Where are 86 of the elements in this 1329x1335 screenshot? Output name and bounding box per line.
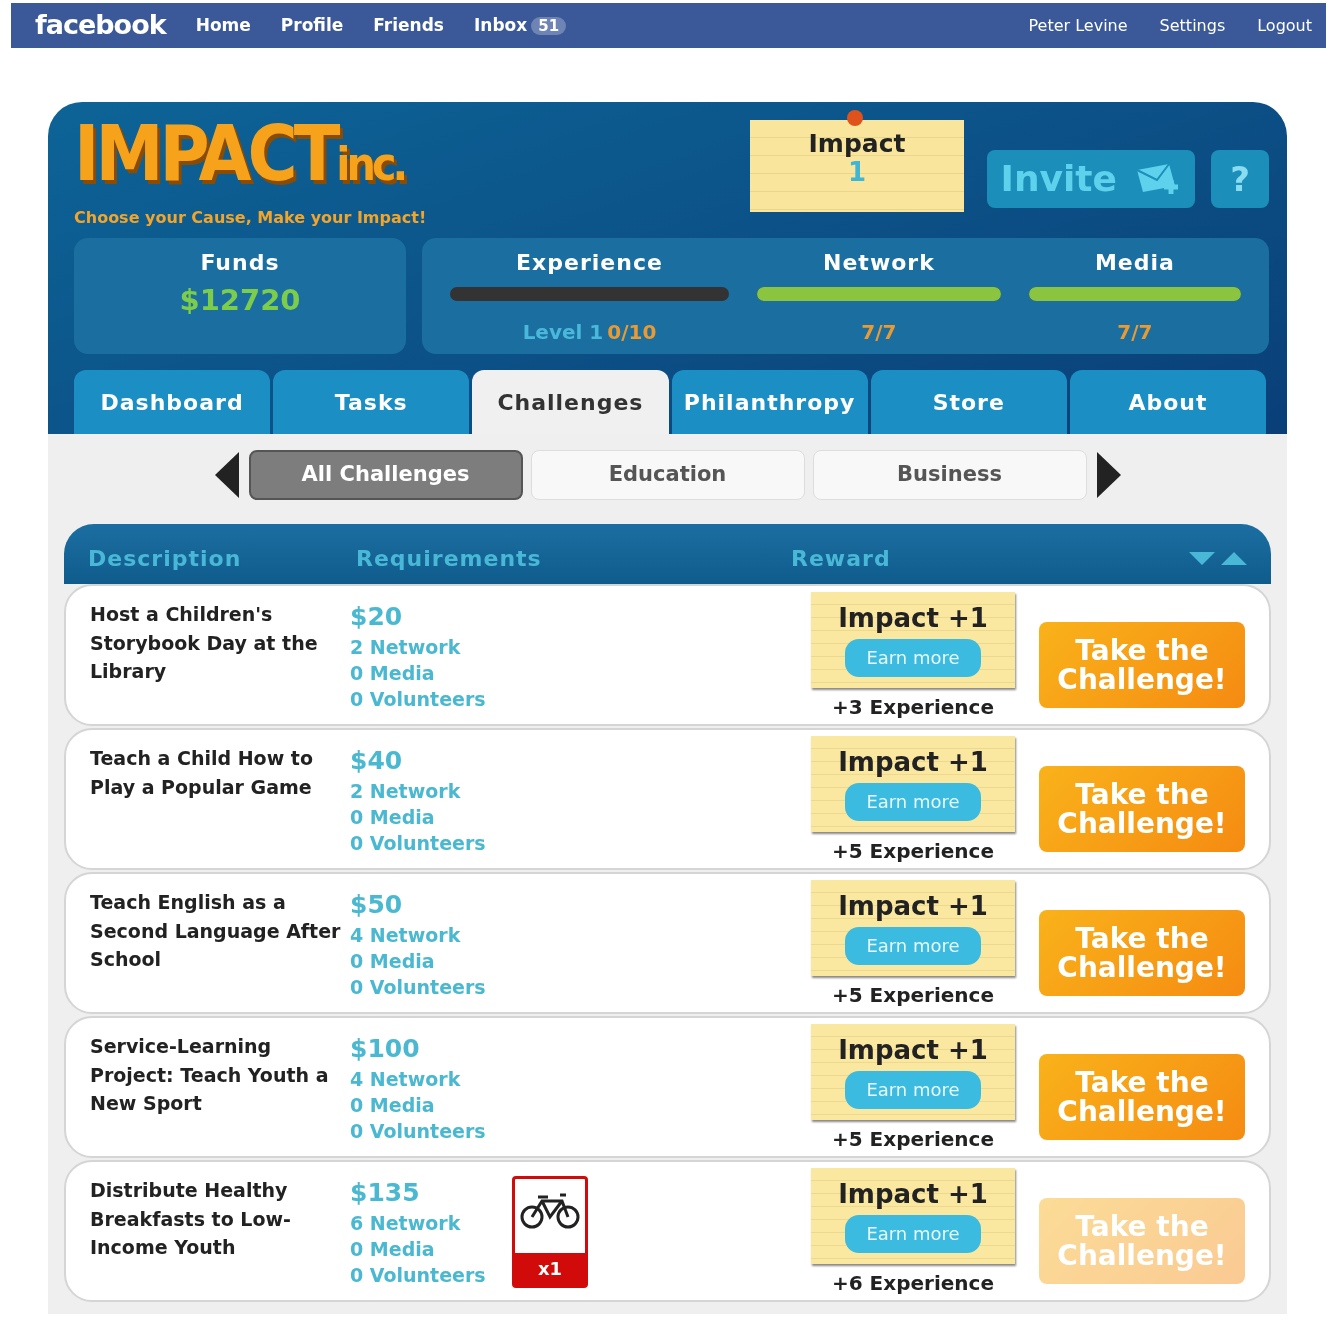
reward-label: Impact +1: [837, 1180, 989, 1209]
help-button[interactable]: ?: [1211, 150, 1269, 208]
account-link[interactable]: Logout: [1257, 13, 1312, 38]
earn-more-button[interactable]: Earn more: [845, 782, 981, 821]
nav-link[interactable]: Home: [195, 12, 251, 39]
experience-reward: +5 Experience: [831, 982, 995, 1009]
impact-value: 1: [847, 157, 867, 187]
funds-requirement: $50: [350, 889, 404, 921]
impact-label: Impact: [807, 128, 907, 158]
facebook-logo: facebook: [35, 8, 166, 43]
stat-label: Experience: [515, 249, 664, 277]
nav-tab[interactable]: Tasks: [273, 370, 470, 434]
requirement: 0 Volunteers: [350, 1263, 487, 1289]
pin-icon: [847, 110, 863, 126]
reward-label: Impact +1: [837, 1036, 989, 1065]
nav-tab[interactable]: Store: [870, 370, 1067, 434]
item-count: x1: [515, 1253, 585, 1285]
nav-tab[interactable]: Challenges: [472, 370, 669, 434]
bicycle-icon: [520, 1191, 580, 1231]
left-arrow-icon[interactable]: [214, 452, 241, 498]
requirement: 6 Network: [350, 1211, 462, 1237]
requirement: 0 Media: [350, 805, 436, 831]
experience-reward: +3 Experience: [831, 694, 995, 721]
inbox-count: 51: [531, 16, 567, 35]
filter-tab[interactable]: Business: [812, 450, 1087, 500]
nav-link[interactable]: Profile: [280, 12, 344, 39]
challenge-description: Teach English as a Second Language After School: [90, 890, 342, 972]
requirement: 2 Network: [350, 779, 462, 805]
challenge-description: Service-Learning Project: Teach Youth a New Sport: [90, 1034, 330, 1116]
tagline: Choose your Cause, Make your Impact!: [74, 207, 428, 229]
nav-link[interactable]: Inbox 51: [473, 12, 567, 39]
requirement: 0 Media: [350, 1093, 436, 1119]
funds-value: $12720: [178, 282, 302, 319]
nav-tab[interactable]: Dashboard: [74, 370, 271, 434]
stat-reading: 7/7: [1117, 320, 1153, 344]
experience-reward: +5 Experience: [831, 1126, 995, 1153]
challenge-description: Distribute Healthy Breakfasts to Low-Income Youth: [90, 1178, 292, 1260]
sort-arrows-icon[interactable]: [1189, 550, 1247, 566]
filter-tab[interactable]: All Challenges: [248, 450, 523, 500]
column-heading: Description: [88, 544, 243, 573]
column-heading: Reward: [791, 544, 891, 573]
requirement: 0 Volunteers: [350, 1119, 487, 1145]
reward-label: Impact +1: [837, 604, 989, 633]
nav-tab[interactable]: About: [1069, 370, 1267, 434]
account-link[interactable]: Settings: [1159, 13, 1226, 38]
stat-reading: 0/10: [607, 320, 657, 344]
experience-reward: +5 Experience: [831, 838, 995, 865]
funds-requirement: $135: [350, 1177, 421, 1209]
take-challenge-button[interactable]: Take the Challenge!: [1039, 622, 1245, 708]
account-link[interactable]: Peter Levine: [1028, 13, 1128, 38]
requirement: 0 Volunteers: [350, 975, 487, 1001]
game-logo: IMPACTinc.: [74, 116, 406, 192]
challenge-description: Teach a Child How to Play a Popular Game: [90, 746, 314, 800]
requirement: 4 Network: [350, 923, 462, 949]
experience-reward: +6 Experience: [831, 1270, 995, 1297]
stat-label: Network: [822, 249, 936, 277]
stat-label: Funds: [199, 249, 281, 277]
stat-reading: 7/7: [861, 320, 897, 344]
requirement: 0 Volunteers: [350, 687, 487, 713]
take-challenge-button[interactable]: Take the Challenge!: [1039, 766, 1245, 852]
take-challenge-button[interactable]: Take the Challenge!: [1039, 1054, 1245, 1140]
challenge-description: Host a Children's Storybook Day at the Library: [90, 602, 319, 684]
level-label: Level 1: [522, 320, 604, 344]
nav-link[interactable]: Friends: [373, 12, 444, 39]
requirement: 0 Media: [350, 661, 436, 687]
take-challenge-button[interactable]: Take the Challenge!: [1039, 910, 1245, 996]
requirement: 0 Volunteers: [350, 831, 487, 857]
earn-more-button[interactable]: Earn more: [845, 638, 981, 677]
requirement: 4 Network: [350, 1067, 462, 1093]
nav-tab[interactable]: Philanthropy: [671, 370, 868, 434]
reward-label: Impact +1: [837, 748, 989, 777]
invite-button[interactable]: Invite: [986, 150, 1195, 208]
right-arrow-icon[interactable]: [1094, 452, 1121, 498]
earn-more-button[interactable]: Earn more: [845, 926, 981, 965]
column-heading: Requirements: [356, 544, 543, 573]
earn-more-button[interactable]: Earn more: [845, 1070, 981, 1109]
envelope-icon: [1135, 162, 1181, 196]
requirement: 0 Media: [350, 949, 436, 975]
funds-requirement: $40: [350, 745, 404, 777]
filter-tab[interactable]: Education: [530, 450, 805, 500]
funds-requirement: $20: [350, 601, 404, 633]
reward-label: Impact +1: [837, 892, 989, 921]
funds-requirement: $100: [350, 1033, 421, 1065]
stat-label: Media: [1093, 249, 1176, 277]
requirement: 0 Media: [350, 1237, 436, 1263]
requirement: 2 Network: [350, 635, 462, 661]
